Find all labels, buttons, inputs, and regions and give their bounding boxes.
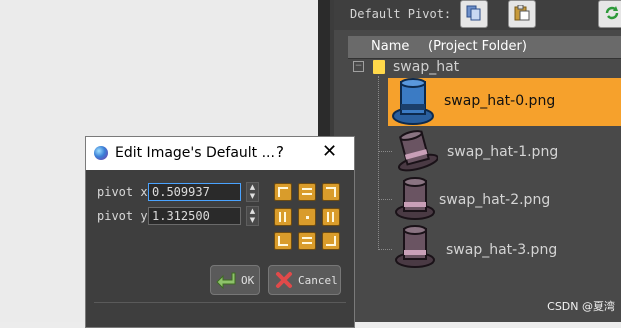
- hat-thumbnail-icon: [395, 177, 435, 220]
- item-label: swap_hat-1.png: [447, 144, 559, 160]
- list-item[interactable]: swap_hat-3.png: [348, 225, 621, 272]
- paste-icon: [514, 5, 530, 21]
- list-item[interactable]: swap_hat-1.png: [348, 128, 621, 174]
- pivot-y-spinner[interactable]: ▲ ▼: [246, 206, 259, 226]
- pivot-bottom-left-button[interactable]: [274, 232, 292, 250]
- default-pivot-label: Default Pivot:: [350, 7, 452, 21]
- item-label: swap_hat-2.png: [439, 192, 551, 208]
- spin-up-icon[interactable]: ▲: [247, 183, 258, 192]
- pivot-center-button[interactable]: [298, 208, 316, 226]
- hat-thumbnail-icon: [395, 225, 435, 268]
- spin-up-icon[interactable]: ▲: [247, 207, 258, 216]
- tree-guide-line: [378, 249, 392, 250]
- close-button[interactable]: ✕: [322, 141, 337, 162]
- pivot-middle-right-button[interactable]: [322, 208, 340, 226]
- dialog-title: Edit Image's Default ...: [115, 145, 275, 161]
- list-item[interactable]: swap_hat-0.png: [388, 78, 621, 126]
- spin-down-icon[interactable]: ▼: [247, 192, 258, 201]
- column-header-folder[interactable]: (Project Folder): [428, 39, 527, 54]
- ok-label: OK: [241, 274, 255, 287]
- item-label: swap_hat-3.png: [446, 242, 558, 258]
- pivot-y-input[interactable]: 1.312500: [148, 207, 241, 225]
- cancel-x-icon: [276, 272, 292, 288]
- pivot-x-input[interactable]: 0.509937: [148, 183, 241, 201]
- tree-guide-line: [378, 199, 392, 200]
- ok-arrow-icon: [216, 272, 236, 289]
- hat-thumbnail-icon: [392, 78, 434, 125]
- cancel-button[interactable]: Cancel: [268, 265, 341, 295]
- list-item[interactable]: swap_hat-2.png: [348, 176, 621, 222]
- list-header: Name (Project Folder): [348, 36, 621, 59]
- app-globe-icon: [94, 146, 108, 160]
- pivot-middle-left-button[interactable]: [274, 208, 292, 226]
- refresh-icon: [605, 6, 619, 20]
- pivot-x-spinner[interactable]: ▲ ▼: [246, 182, 259, 202]
- watermark-text: CSDN @夏湾: [547, 300, 615, 313]
- pivot-bottom-right-button[interactable]: [322, 232, 340, 250]
- ok-button[interactable]: OK: [210, 265, 260, 295]
- dialog-separator: [94, 302, 346, 303]
- pivot-toolbar: Default Pivot:: [334, 0, 621, 30]
- pivot-x-label: pivot x: [97, 185, 148, 199]
- copy-pivot-button[interactable]: [460, 0, 488, 28]
- collapse-icon[interactable]: −: [353, 61, 364, 72]
- pivot-top-right-button[interactable]: [322, 183, 340, 201]
- spin-down-icon[interactable]: ▼: [247, 216, 258, 225]
- pivot-top-left-button[interactable]: [274, 183, 292, 201]
- column-header-name[interactable]: Name: [371, 39, 409, 54]
- cancel-label: Cancel: [298, 274, 338, 287]
- edit-pivot-dialog: Edit Image's Default ... ? ✕ pivot x 0.5…: [85, 136, 355, 328]
- item-label: swap_hat-0.png: [444, 93, 556, 109]
- pivot-bottom-center-button[interactable]: [298, 232, 316, 250]
- dialog-titlebar[interactable]: Edit Image's Default ... ? ✕: [86, 137, 354, 170]
- help-button[interactable]: ?: [276, 143, 284, 161]
- copy-icon: [466, 5, 481, 21]
- pivot-top-center-button[interactable]: [298, 183, 316, 201]
- refresh-button[interactable]: [598, 0, 621, 28]
- tree-guide-line: [378, 151, 392, 152]
- hat-thumbnail-icon: [397, 130, 438, 172]
- folder-icon: [373, 60, 385, 74]
- folder-label: swap_hat: [393, 59, 460, 75]
- tree-root-folder[interactable]: − swap_hat: [348, 58, 621, 78]
- pivot-y-label: pivot y: [97, 209, 148, 223]
- paste-pivot-button[interactable]: [508, 0, 536, 28]
